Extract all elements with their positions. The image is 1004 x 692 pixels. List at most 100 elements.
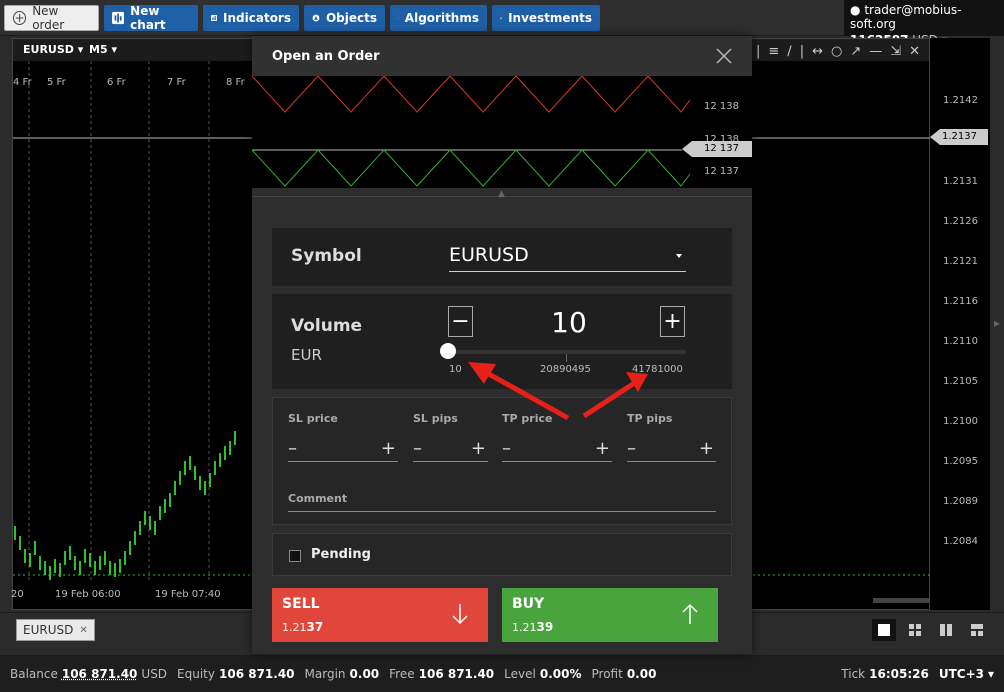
investments-label: Investments — [508, 11, 592, 25]
chevron-up-icon: ▲ — [498, 189, 505, 199]
sl-price-decrease[interactable]: – — [288, 438, 297, 459]
sl-price-input[interactable]: – + — [288, 438, 398, 462]
volume-increase-button[interactable]: + — [660, 306, 685, 337]
sl-pips-decrease[interactable]: – — [413, 438, 422, 459]
chevron-down-icon[interactable]: ▾ — [988, 667, 994, 681]
balance-label: Balance — [10, 666, 58, 681]
mini-chart-canvas — [252, 76, 691, 187]
volume-slider-track[interactable] — [448, 350, 686, 354]
y-tick-7: 1.2105 — [943, 376, 978, 387]
objects-button[interactable]: Objects — [304, 5, 385, 31]
volume-value[interactable]: 10 — [534, 306, 604, 339]
account-user: trader@mobius-soft.org — [850, 3, 962, 31]
right-collapse-handle[interactable]: ▸ — [990, 38, 1004, 610]
symbol-panel: Symbol EURUSD — [272, 228, 732, 286]
arrow-up-icon — [682, 603, 698, 624]
layout-rows-icon — [971, 624, 983, 636]
y-tick-5: 1.2116 — [943, 296, 978, 307]
comment-input[interactable] — [288, 488, 716, 512]
investments-button[interactable]: Investments — [492, 5, 600, 31]
account-panel[interactable]: ● trader@mobius-soft.org 1162587 USD ▾ — [844, 0, 1004, 47]
chart-tab-eurusd[interactable]: EURUSD ✕ — [16, 619, 95, 641]
mini-price-tag: 12 137 — [682, 141, 752, 157]
vertical-line-icon[interactable]: | — [800, 44, 804, 59]
tick-time: 16:05:26 — [869, 666, 929, 681]
sl-price-label: SL price — [288, 412, 338, 425]
fibonacci-icon[interactable]: ≡ — [768, 44, 779, 59]
mini-label-0: 12 138 — [704, 101, 739, 112]
resize-handle[interactable]: ▲ — [252, 189, 752, 208]
top-date-1: 5 Fr — [47, 77, 66, 88]
bottom-date-1: 19 Feb 06:00 — [55, 589, 121, 600]
pending-label[interactable]: Pending — [311, 547, 371, 562]
open-order-dialog: Open an Order 12 138 12 138 12 137 12 13… — [252, 36, 752, 654]
layout-columns-icon — [940, 624, 952, 636]
plus-circle-icon: + — [13, 11, 27, 25]
objects-icon — [312, 14, 320, 22]
buy-price: 1.2139 — [512, 620, 554, 634]
horizontal-line-icon[interactable]: ↔ — [812, 44, 823, 59]
settings-icon[interactable]: ○ — [831, 44, 842, 59]
symbol-select[interactable]: EURUSD — [449, 244, 686, 272]
free-label: Free — [389, 666, 415, 681]
pending-checkbox[interactable] — [289, 550, 301, 562]
current-price-tag: 1.2137 — [930, 129, 988, 145]
volume-slider-handle[interactable] — [440, 343, 456, 359]
sl-price-increase[interactable]: + — [381, 438, 396, 459]
trendline-icon[interactable]: ∕ — [787, 44, 791, 59]
balance-value[interactable]: 106 871.40 — [62, 667, 138, 681]
tp-pips-increase[interactable]: + — [699, 438, 714, 459]
chart-icon — [112, 11, 125, 25]
chart-timeframe-selector[interactable]: M5 ▾ — [89, 43, 117, 56]
detach-icon[interactable]: ↗ — [850, 44, 861, 59]
new-chart-label: New chart — [130, 4, 166, 32]
top-date-3: 7 Fr — [167, 77, 186, 88]
investments-icon — [500, 17, 502, 19]
indicators-button[interactable]: Indicators — [203, 5, 299, 31]
sl-tp-panel: SL price SL pips TP price TP pips – + – … — [272, 397, 732, 525]
buy-label: BUY — [512, 596, 545, 612]
sl-pips-increase[interactable]: + — [471, 438, 486, 459]
tp-price-decrease[interactable]: – — [502, 438, 511, 459]
algorithms-icon — [398, 17, 399, 19]
indicators-icon — [211, 14, 218, 22]
tp-pips-input[interactable]: – + — [627, 438, 716, 462]
level-label: Level — [504, 666, 536, 681]
minimize-icon[interactable]: — — [869, 44, 882, 59]
volume-min: 10 — [449, 364, 462, 375]
bottom-date-0: 20 — [11, 589, 24, 600]
chart-tab-label: EURUSD — [23, 623, 74, 637]
top-toolbar: + New order New chart Indicators Objects… — [0, 0, 1004, 47]
chart-symbol-selector[interactable]: EURUSD ▾ — [23, 43, 83, 56]
margin-label: Margin — [304, 666, 346, 681]
sell-button[interactable]: SELL 1.2137 — [272, 588, 488, 642]
y-tick-9: 1.2095 — [943, 456, 978, 467]
y-tick-11: 1.2084 — [943, 536, 978, 547]
tp-price-input[interactable]: – + — [502, 438, 612, 462]
layout-single-button[interactable] — [872, 619, 896, 641]
new-order-button[interactable]: + New order — [4, 4, 99, 32]
price-axis: 1.2142 1.2137 1.2131 1.2126 1.2121 1.211… — [930, 38, 990, 610]
layout-rows-button[interactable] — [965, 619, 989, 641]
dialog-title: Open an Order — [272, 48, 380, 64]
y-tick-8: 1.2100 — [943, 416, 978, 427]
maximize-icon[interactable]: ⇲ — [890, 44, 901, 59]
layout-grid-icon — [909, 624, 921, 636]
sl-pips-input[interactable]: – + — [413, 438, 488, 462]
tp-price-increase[interactable]: + — [595, 438, 610, 459]
profit-value: 0.00 — [626, 666, 657, 681]
timezone-selector[interactable]: UTC+3 — [939, 667, 984, 681]
tp-pips-decrease[interactable]: – — [627, 438, 636, 459]
close-icon[interactable]: ✕ — [79, 625, 87, 636]
algorithms-button[interactable]: Algorithms — [390, 5, 487, 31]
status-bar: Balance 106 871.40 USD Equity 106 871.40… — [0, 655, 1004, 692]
sl-pips-label: SL pips — [413, 412, 458, 425]
new-chart-button[interactable]: New chart — [104, 4, 198, 32]
layout-grid-button[interactable] — [903, 619, 927, 641]
buy-button[interactable]: BUY 1.2139 — [502, 588, 718, 642]
volume-decrease-button[interactable]: − — [448, 306, 473, 337]
close-icon[interactable] — [714, 46, 734, 66]
top-date-4: 8 Fr — [226, 77, 245, 88]
close-chart-icon[interactable]: ✕ — [909, 44, 920, 59]
layout-columns-button[interactable] — [934, 619, 958, 641]
